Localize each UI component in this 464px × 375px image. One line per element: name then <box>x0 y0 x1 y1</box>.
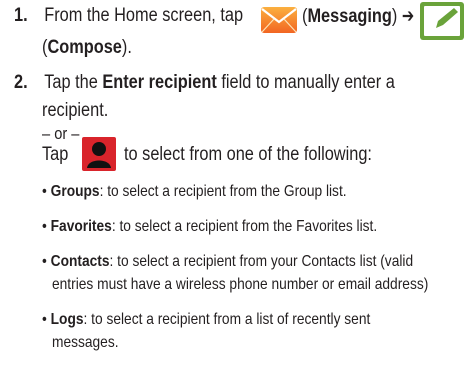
messaging-icon <box>261 7 297 33</box>
step-1-number: 1. <box>14 5 28 26</box>
step-2-tap: Tap <box>42 144 69 165</box>
step-2-line-1: 2. Tap the Enter recipient field to manu… <box>14 72 395 93</box>
step-2-line-2: recipient. <box>42 100 109 121</box>
compose-icon <box>420 2 464 40</box>
bullet-icon: • <box>42 253 51 270</box>
bullet-logs-line-2: messages. <box>52 334 119 351</box>
or-separator: – or – <box>42 124 80 143</box>
enter-recipient-term: Enter recipient <box>102 72 217 93</box>
step-1-line-1: 1. From the Home screen, tap <box>14 5 243 27</box>
bullet-contacts: • Contacts: to select a recipient from y… <box>42 253 414 270</box>
bullet-icon: • <box>42 218 51 235</box>
step-1-messaging-label: (Messaging) ➔ <box>302 6 415 27</box>
contact-icon <box>82 137 116 171</box>
bullet-logs: • Logs: to select a recipient from a lis… <box>42 311 371 328</box>
step-2-tap-rest: to select from one of the following: <box>124 144 372 165</box>
step-1-text: From the Home screen, tap <box>44 5 244 26</box>
step-2-number: 2. <box>14 72 28 93</box>
bullet-favorites: • Favorites: to select a recipient from … <box>42 218 378 235</box>
messaging-term: Messaging <box>307 6 392 27</box>
bullet-icon: • <box>42 183 51 200</box>
bullet-icon: • <box>42 311 51 328</box>
bullet-contacts-line-2: entries must have a wireless phone numbe… <box>52 276 429 293</box>
compose-term: Compose <box>47 37 122 58</box>
bullet-groups: • Groups: to select a recipient from the… <box>42 183 347 200</box>
step-1-line-2: (Compose). <box>42 37 132 58</box>
